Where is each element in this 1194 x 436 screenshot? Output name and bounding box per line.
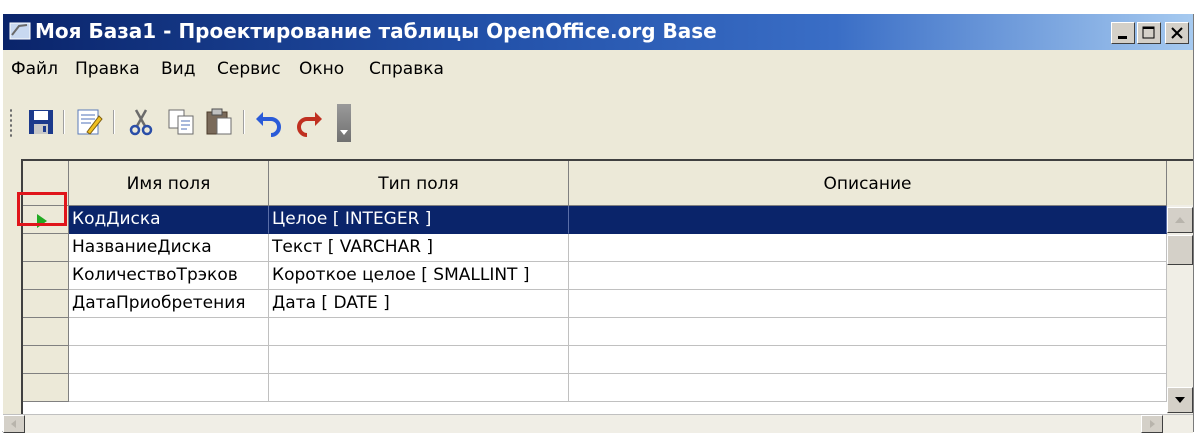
scroll-thumb[interactable] [1167,235,1193,265]
chevron-down-icon [340,130,348,135]
field-name-cell[interactable]: КоличествоТрэков [69,262,269,290]
toolbar-separator [113,110,115,134]
row-header[interactable] [23,234,69,262]
field-name-cell[interactable] [69,374,269,402]
undo-icon[interactable] [253,106,285,138]
toolbar-separator [243,110,245,134]
row-header[interactable] [23,346,69,374]
paste-icon[interactable] [203,106,235,138]
menu-view[interactable]: Вид [161,59,195,79]
toolbar-grip[interactable] [9,108,13,138]
field-type-cell[interactable]: Текст [ VARCHAR ] [269,234,569,262]
field-description-cell[interactable] [569,206,1167,234]
maximize-button[interactable] [1137,22,1161,44]
field-name-cell[interactable]: НазваниеДиска [69,234,269,262]
window-title: Моя База1 - Проектирование таблицы OpenO… [35,19,717,43]
vertical-scrollbar[interactable] [1167,205,1193,415]
app-icon [9,22,31,40]
field-description-cell[interactable] [569,234,1167,262]
field-type-cell[interactable]: Целое [ INTEGER ] [269,206,569,234]
copy-icon[interactable] [165,106,197,138]
save-icon[interactable] [25,106,57,138]
horizontal-scrollbar[interactable] [3,414,1193,433]
table-design-window: Моя База1 - Проектирование таблицы OpenO… [2,14,1194,433]
close-icon [1171,27,1183,39]
redo-icon[interactable] [293,106,325,138]
edit-mode-icon[interactable] [73,106,105,138]
arrow-left-icon [11,420,16,428]
arrow-down-icon [1175,397,1185,403]
field-name-cell[interactable] [69,346,269,374]
field-name-cell[interactable] [69,318,269,346]
toolbar [3,92,1193,144]
minimize-button[interactable] [1111,22,1135,44]
menu-edit[interactable]: Правка [75,59,140,79]
scroll-up-button[interactable] [1167,207,1193,233]
field-description-cell[interactable] [569,374,1167,402]
minimize-icon [1118,36,1127,39]
field-description-cell[interactable] [569,318,1167,346]
menu-file[interactable]: Файл [11,59,58,79]
scroll-down-button[interactable] [1167,387,1193,413]
field-type-cell[interactable] [269,318,569,346]
column-header-field-name[interactable]: Имя поля [69,161,269,205]
menu-help[interactable]: Справка [369,59,444,79]
field-type-cell[interactable]: Дата [ DATE ] [269,290,569,318]
row-header[interactable] [23,318,69,346]
row-header[interactable] [23,290,69,318]
close-button[interactable] [1165,22,1189,44]
menu-tools[interactable]: Сервис [217,59,281,79]
arrow-right-icon [1150,420,1155,428]
title-bar[interactable]: Моя База1 - Проектирование таблицы OpenO… [3,14,1193,50]
menu-window[interactable]: Окно [299,59,344,79]
table-design-grid: Имя поля Тип поля Описание КодДиска Цело… [21,159,1193,417]
field-name-cell[interactable]: КодДиска [69,206,269,234]
field-description-cell[interactable] [569,262,1167,290]
column-header-description[interactable]: Описание [569,161,1167,205]
field-type-cell[interactable] [269,346,569,374]
toolbar-separator [63,110,65,134]
maximize-icon [1142,26,1155,39]
toolbar-more-button[interactable] [337,104,351,142]
scroll-left-button[interactable] [3,415,25,433]
menu-bar: Файл Правка Вид Сервис Окно Справка [3,50,1193,90]
field-type-cell[interactable]: Короткое целое [ SMALLINT ] [269,262,569,290]
field-description-cell[interactable] [569,346,1167,374]
column-header-field-type[interactable]: Тип поля [269,161,569,205]
row-header[interactable] [23,374,69,402]
field-name-cell[interactable]: ДатаПриобретения [69,290,269,318]
row-highlight-marker [17,192,67,226]
field-type-cell[interactable] [269,374,569,402]
arrow-up-icon [1175,217,1185,223]
cut-icon[interactable] [125,106,157,138]
row-header[interactable] [23,262,69,290]
field-description-cell[interactable] [569,290,1167,318]
grid-header: Имя поля Тип поля Описание [23,161,1193,206]
scroll-right-button[interactable] [1141,415,1163,433]
